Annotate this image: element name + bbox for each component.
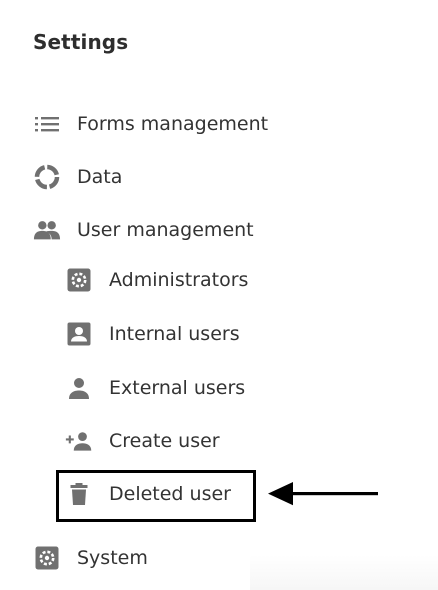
pointer-arrow-icon	[268, 482, 378, 506]
menu-item-label: Internal users	[109, 323, 240, 345]
menu-item-external-users[interactable]: External users	[65, 370, 245, 406]
menu-item-label: Data	[77, 166, 123, 188]
id-badge-icon	[65, 320, 93, 348]
menu-item-system[interactable]: System	[33, 540, 148, 576]
menu-item-administrators[interactable]: Administrators	[65, 262, 248, 298]
highlight-box	[56, 470, 256, 522]
person-icon	[65, 374, 93, 402]
menu-item-user-management[interactable]: User management	[33, 212, 254, 248]
person-add-icon	[65, 427, 93, 455]
menu-item-label: User management	[77, 219, 254, 241]
bottom-shadow	[250, 555, 438, 590]
settings-title: Settings	[33, 30, 129, 54]
menu-item-label: Forms management	[77, 113, 269, 135]
gear-box-icon	[65, 266, 93, 294]
list-icon	[33, 110, 61, 138]
donut-icon	[33, 163, 61, 191]
menu-item-label: System	[77, 547, 148, 569]
menu-item-forms-management[interactable]: Forms management	[33, 106, 268, 142]
people-icon	[33, 216, 61, 244]
menu-item-data[interactable]: Data	[33, 159, 122, 195]
menu-item-label: Administrators	[109, 269, 249, 291]
menu-item-internal-users[interactable]: Internal users	[65, 316, 240, 352]
gear-box-icon	[33, 544, 61, 572]
menu-item-label: External users	[109, 377, 246, 399]
menu-item-create-user[interactable]: Create user	[65, 423, 220, 459]
menu-item-label: Create user	[109, 430, 220, 452]
